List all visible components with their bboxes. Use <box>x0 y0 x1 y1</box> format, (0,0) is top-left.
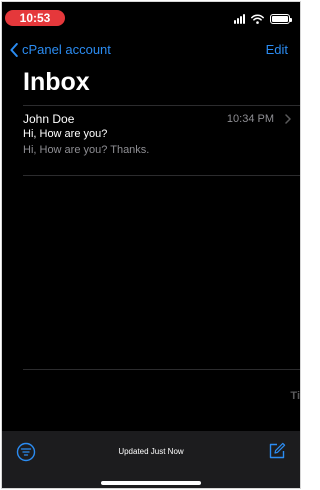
page-title: Inbox <box>23 68 90 96</box>
divider <box>23 369 300 370</box>
chevron-left-icon <box>10 42 18 57</box>
edge-glyph: Ti <box>290 390 300 402</box>
status-time: 10:53 <box>5 10 65 26</box>
status-icons <box>234 14 292 24</box>
message-time: 10:34 PM <box>226 113 274 125</box>
divider <box>23 175 300 176</box>
wifi-icon <box>251 14 264 24</box>
update-status: Updated Just Now <box>118 447 184 456</box>
home-indicator[interactable] <box>101 481 201 485</box>
edit-button[interactable]: Edit <box>266 42 288 57</box>
message-subject: Hi, How are you? <box>23 128 108 140</box>
mail-app-screen: 10:53 cPanel account Edit Inbox John Doe… <box>1 1 301 489</box>
navigation-bar: cPanel account Edit <box>2 40 300 62</box>
message-preview: Hi, How are you? Thanks. <box>23 144 150 156</box>
compose-icon[interactable] <box>268 442 286 460</box>
back-button-label: cPanel account <box>22 42 111 57</box>
chevron-right-icon <box>285 114 291 124</box>
status-bar: 10:53 <box>2 2 300 36</box>
message-sender: John Doe <box>23 112 75 126</box>
back-button[interactable]: cPanel account <box>10 42 111 57</box>
battery-icon <box>270 14 292 24</box>
message-row[interactable]: John Doe 10:34 PM Hi, How are you? Hi, H… <box>2 106 300 174</box>
cellular-signal-icon <box>234 14 245 24</box>
bottom-toolbar: Updated Just Now <box>2 431 300 488</box>
